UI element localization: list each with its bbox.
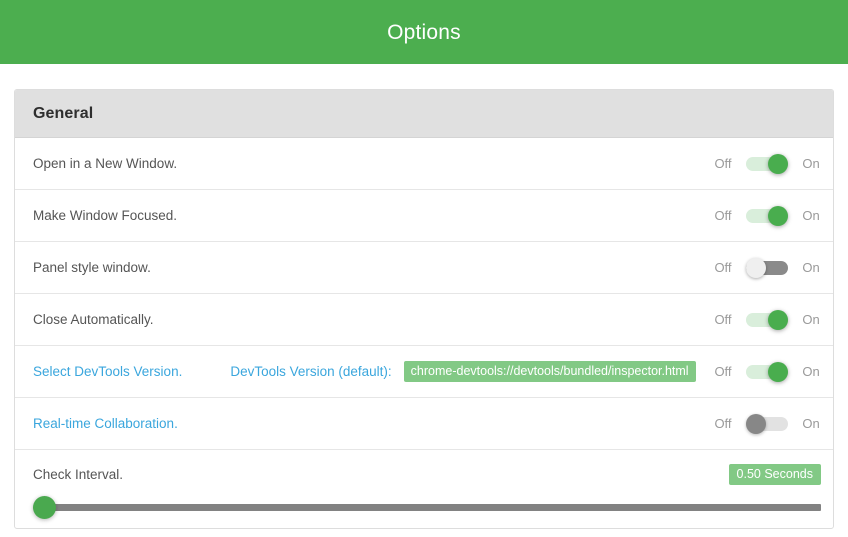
toggle-group: Off On <box>713 153 821 174</box>
toggle-on-label: On <box>802 364 820 379</box>
toggle-knob <box>768 205 788 226</box>
toggle-off-label: Off <box>714 312 732 327</box>
setting-row-check-interval: Check Interval. 0.50 Seconds <box>15 450 833 528</box>
toggle-make-window-focused[interactable] <box>746 205 788 226</box>
setting-label: Close Automatically. <box>33 312 154 327</box>
toggle-select-devtools-version[interactable] <box>746 361 788 382</box>
toggle-knob <box>746 413 766 434</box>
section-header-general: General <box>15 90 833 138</box>
setting-row-select-devtools-version: Select DevTools Version. DevTools Versio… <box>15 346 833 398</box>
toggle-group: Off On <box>713 205 821 226</box>
toggle-on-label: On <box>802 416 820 431</box>
toggle-realtime-collaboration[interactable] <box>746 413 788 434</box>
setting-row-open-in-new-window: Open in a New Window. Off On <box>15 138 833 190</box>
options-header-bar: Options <box>0 0 848 64</box>
toggle-group: Off On <box>713 413 821 434</box>
toggle-knob <box>768 309 788 330</box>
setting-label: Make Window Focused. <box>33 208 178 223</box>
setting-row-panel-style-window: Panel style window. Off On <box>15 242 833 294</box>
toggle-open-in-new-window[interactable] <box>746 153 788 174</box>
general-settings-card: General Open in a New Window. Off On Mak… <box>14 89 834 529</box>
toggle-on-label: On <box>802 156 820 171</box>
toggle-knob <box>768 361 788 382</box>
toggle-group: Off On <box>713 361 821 382</box>
toggle-on-label: On <box>802 312 820 327</box>
toggle-group: Off On <box>713 309 821 330</box>
toggle-knob <box>746 257 766 278</box>
slider-thumb[interactable] <box>33 496 56 519</box>
setting-row-make-window-focused: Make Window Focused. Off On <box>15 190 833 242</box>
devtools-version-default-link[interactable]: DevTools Version (default): <box>230 364 391 379</box>
toggle-off-label: Off <box>714 260 732 275</box>
check-interval-header: Check Interval. 0.50 Seconds <box>15 450 833 485</box>
toggle-off-label: Off <box>714 156 732 171</box>
section-title: General <box>33 104 94 122</box>
page-title: Options <box>387 20 461 44</box>
toggle-group: Off On <box>713 257 821 278</box>
setting-label: Panel style window. <box>33 260 151 275</box>
toggle-off-label: Off <box>714 416 732 431</box>
check-interval-value-badge: 0.50 Seconds <box>728 464 821 485</box>
realtime-collaboration-link[interactable]: Real-time Collaboration. <box>33 416 178 431</box>
toggle-knob <box>768 153 788 174</box>
toggle-off-label: Off <box>714 364 732 379</box>
select-devtools-version-link[interactable]: Select DevTools Version. <box>33 364 182 379</box>
setting-row-close-automatically: Close Automatically. Off On <box>15 294 833 346</box>
check-interval-slider[interactable] <box>15 491 833 525</box>
toggle-panel-style-window[interactable] <box>746 257 788 278</box>
toggle-on-label: On <box>802 208 820 223</box>
toggle-off-label: Off <box>714 208 732 223</box>
slider-track[interactable] <box>35 504 821 511</box>
setting-label: Check Interval. <box>33 467 124 482</box>
toggle-on-label: On <box>802 260 820 275</box>
setting-row-realtime-collaboration: Real-time Collaboration. Off On <box>15 398 833 450</box>
devtools-version-value-badge: chrome-devtools://devtools/bundled/inspe… <box>403 361 696 382</box>
setting-label: Open in a New Window. <box>33 156 178 171</box>
toggle-close-automatically[interactable] <box>746 309 788 330</box>
